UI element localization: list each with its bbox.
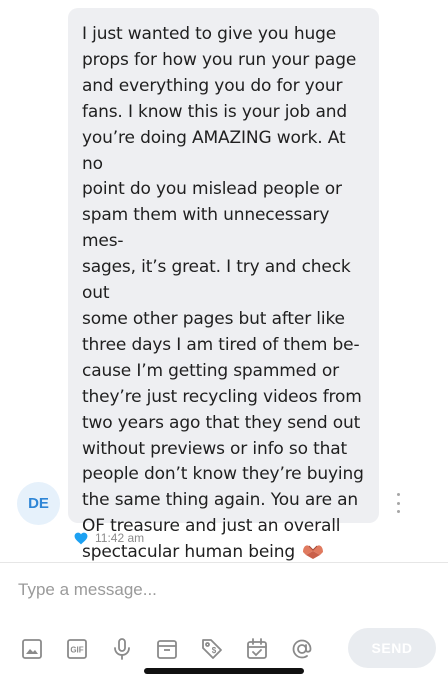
avatar-initials: DE [28,495,49,512]
gif-icon[interactable]: GIF [64,636,90,662]
message-bubble[interactable]: I just wanted to give you huge props for… [68,8,379,562]
calendar-icon[interactable] [244,636,270,662]
message-timestamp: 11:42 am [95,531,145,545]
message-input[interactable] [0,566,448,614]
image-icon[interactable] [19,636,45,662]
svg-text:$: $ [212,646,217,655]
message-meta: 11:42 am [74,529,144,547]
send-button[interactable]: SEND [348,628,436,668]
message-options-icon[interactable] [391,493,405,513]
avatar[interactable]: DE [17,482,60,525]
message-text: I just wanted to give you huge props for… [82,24,364,563]
heart-icon[interactable] [74,532,88,545]
heart-hands-emoji [303,545,323,560]
microphone-icon[interactable] [109,636,135,662]
svg-text:GIF: GIF [70,646,83,655]
home-indicator[interactable] [144,668,304,674]
vault-icon[interactable] [154,636,180,662]
composer-divider [0,562,448,563]
mention-icon[interactable] [289,636,315,662]
message-thread: I just wanted to give you huge props for… [0,0,448,562]
price-tag-icon[interactable]: $ [199,636,225,662]
